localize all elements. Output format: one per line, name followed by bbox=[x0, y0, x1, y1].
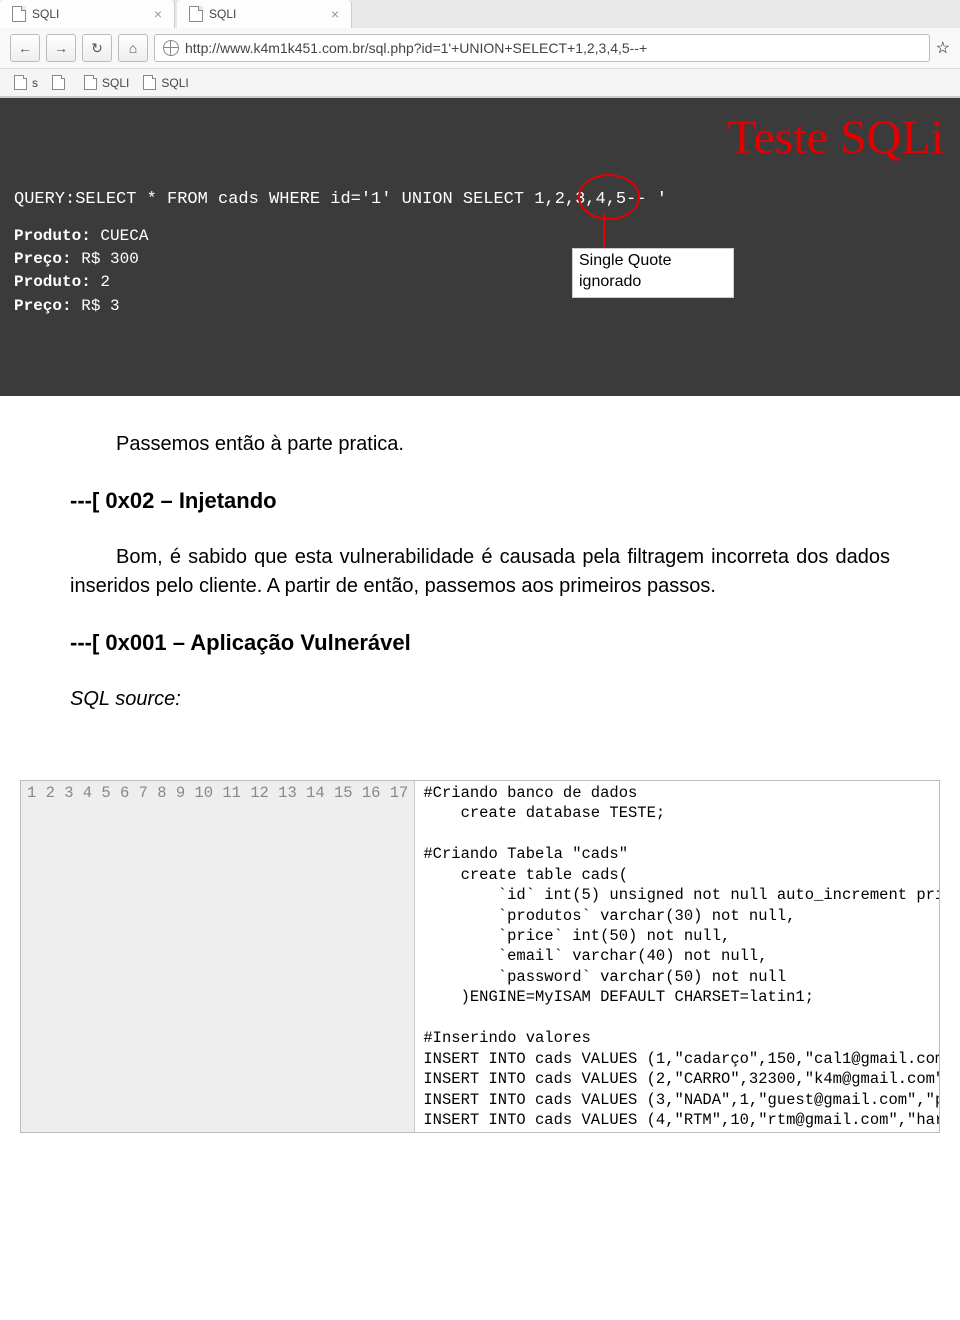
file-icon bbox=[84, 75, 97, 90]
bookmark-item[interactable]: SQLI bbox=[84, 75, 129, 90]
code-editor: 1 2 3 4 5 6 7 8 9 10 11 12 13 14 15 16 1… bbox=[20, 780, 940, 1134]
home-button[interactable]: ⌂ bbox=[118, 34, 148, 62]
annotation-line-icon bbox=[603, 214, 605, 250]
bookmark-item[interactable]: SQLI bbox=[143, 75, 188, 90]
tabs-row: SQLI × SQLI × bbox=[0, 0, 960, 28]
url-text: http://www.k4m1k451.com.br/sql.php?id=1'… bbox=[185, 40, 647, 56]
note-line: Single Quote bbox=[579, 252, 672, 269]
browser-chrome: SQLI × SQLI × ← → ↻ ⌂ http://www.k4m1k45… bbox=[0, 0, 960, 98]
result-value: 2 bbox=[100, 273, 110, 291]
bookmark-item[interactable]: s bbox=[14, 75, 38, 90]
file-icon bbox=[12, 6, 26, 22]
tab-label: SQLI bbox=[32, 7, 59, 21]
file-icon bbox=[189, 6, 203, 22]
tab-1[interactable]: SQLI × bbox=[0, 0, 175, 28]
paragraph: Passemos então à parte pratica. bbox=[70, 430, 890, 459]
result-label: Produto: bbox=[14, 227, 91, 245]
bookmark-item[interactable] bbox=[52, 75, 70, 90]
result-row: Preço: R$ 300 bbox=[14, 248, 946, 271]
forward-button[interactable]: → bbox=[46, 34, 76, 62]
close-icon[interactable]: × bbox=[154, 6, 162, 22]
url-bar[interactable]: http://www.k4m1k451.com.br/sql.php?id=1'… bbox=[154, 34, 930, 62]
bookmark-label: s bbox=[32, 76, 38, 90]
bookmark-star-icon[interactable]: ☆ bbox=[936, 38, 950, 58]
circle-annotation-icon bbox=[578, 174, 640, 220]
document-body: Passemos então à parte pratica. ---[ 0x0… bbox=[0, 396, 960, 780]
result-value: R$ 3 bbox=[81, 297, 119, 315]
section-heading: ---[ 0x001 – Aplicação Vulnerável bbox=[70, 627, 890, 659]
note-line: ignorado bbox=[579, 273, 641, 290]
file-icon bbox=[14, 75, 27, 90]
paragraph: Bom, é sabido que esta vulnerabilidade é… bbox=[70, 543, 890, 601]
result-row: Produto: CUECA bbox=[14, 225, 946, 248]
result-row: Produto: 2 bbox=[14, 271, 946, 294]
code-caption: SQL source: bbox=[70, 685, 890, 714]
page-title: Teste SQLi bbox=[727, 110, 944, 165]
reload-button[interactable]: ↻ bbox=[82, 34, 112, 62]
rendered-page: Teste SQLi QUERY:SELECT * FROM cads WHER… bbox=[0, 98, 960, 396]
result-value: CUECA bbox=[100, 227, 148, 245]
query-text: QUERY:SELECT * FROM cads WHERE id='1' UN… bbox=[14, 190, 946, 209]
result-value: R$ 300 bbox=[81, 250, 139, 268]
back-button[interactable]: ← bbox=[10, 34, 40, 62]
result-label: Preço: bbox=[14, 250, 72, 268]
globe-icon bbox=[163, 40, 179, 56]
bookmark-label: SQLI bbox=[102, 76, 129, 90]
result-row: Preço: R$ 3 bbox=[14, 295, 946, 318]
file-icon bbox=[52, 75, 65, 90]
tab-label: SQLI bbox=[209, 7, 236, 21]
tab-2[interactable]: SQLI × bbox=[177, 0, 352, 28]
line-gutter: 1 2 3 4 5 6 7 8 9 10 11 12 13 14 15 16 1… bbox=[21, 781, 415, 1133]
result-label: Preço: bbox=[14, 297, 72, 315]
bookmarks-bar: s SQLI SQLI bbox=[0, 69, 960, 97]
file-icon bbox=[143, 75, 156, 90]
section-heading: ---[ 0x02 – Injetando bbox=[70, 485, 890, 517]
result-label: Produto: bbox=[14, 273, 91, 291]
code-content: #Criando banco de dados create database … bbox=[415, 781, 939, 1133]
nav-row: ← → ↻ ⌂ http://www.k4m1k451.com.br/sql.p… bbox=[0, 28, 960, 69]
annotation-note: Single Quote ignorado bbox=[572, 248, 734, 298]
close-icon[interactable]: × bbox=[331, 6, 339, 22]
result-list: Produto: CUECA Preço: R$ 300 Produto: 2 … bbox=[14, 225, 946, 318]
bookmark-label: SQLI bbox=[161, 76, 188, 90]
